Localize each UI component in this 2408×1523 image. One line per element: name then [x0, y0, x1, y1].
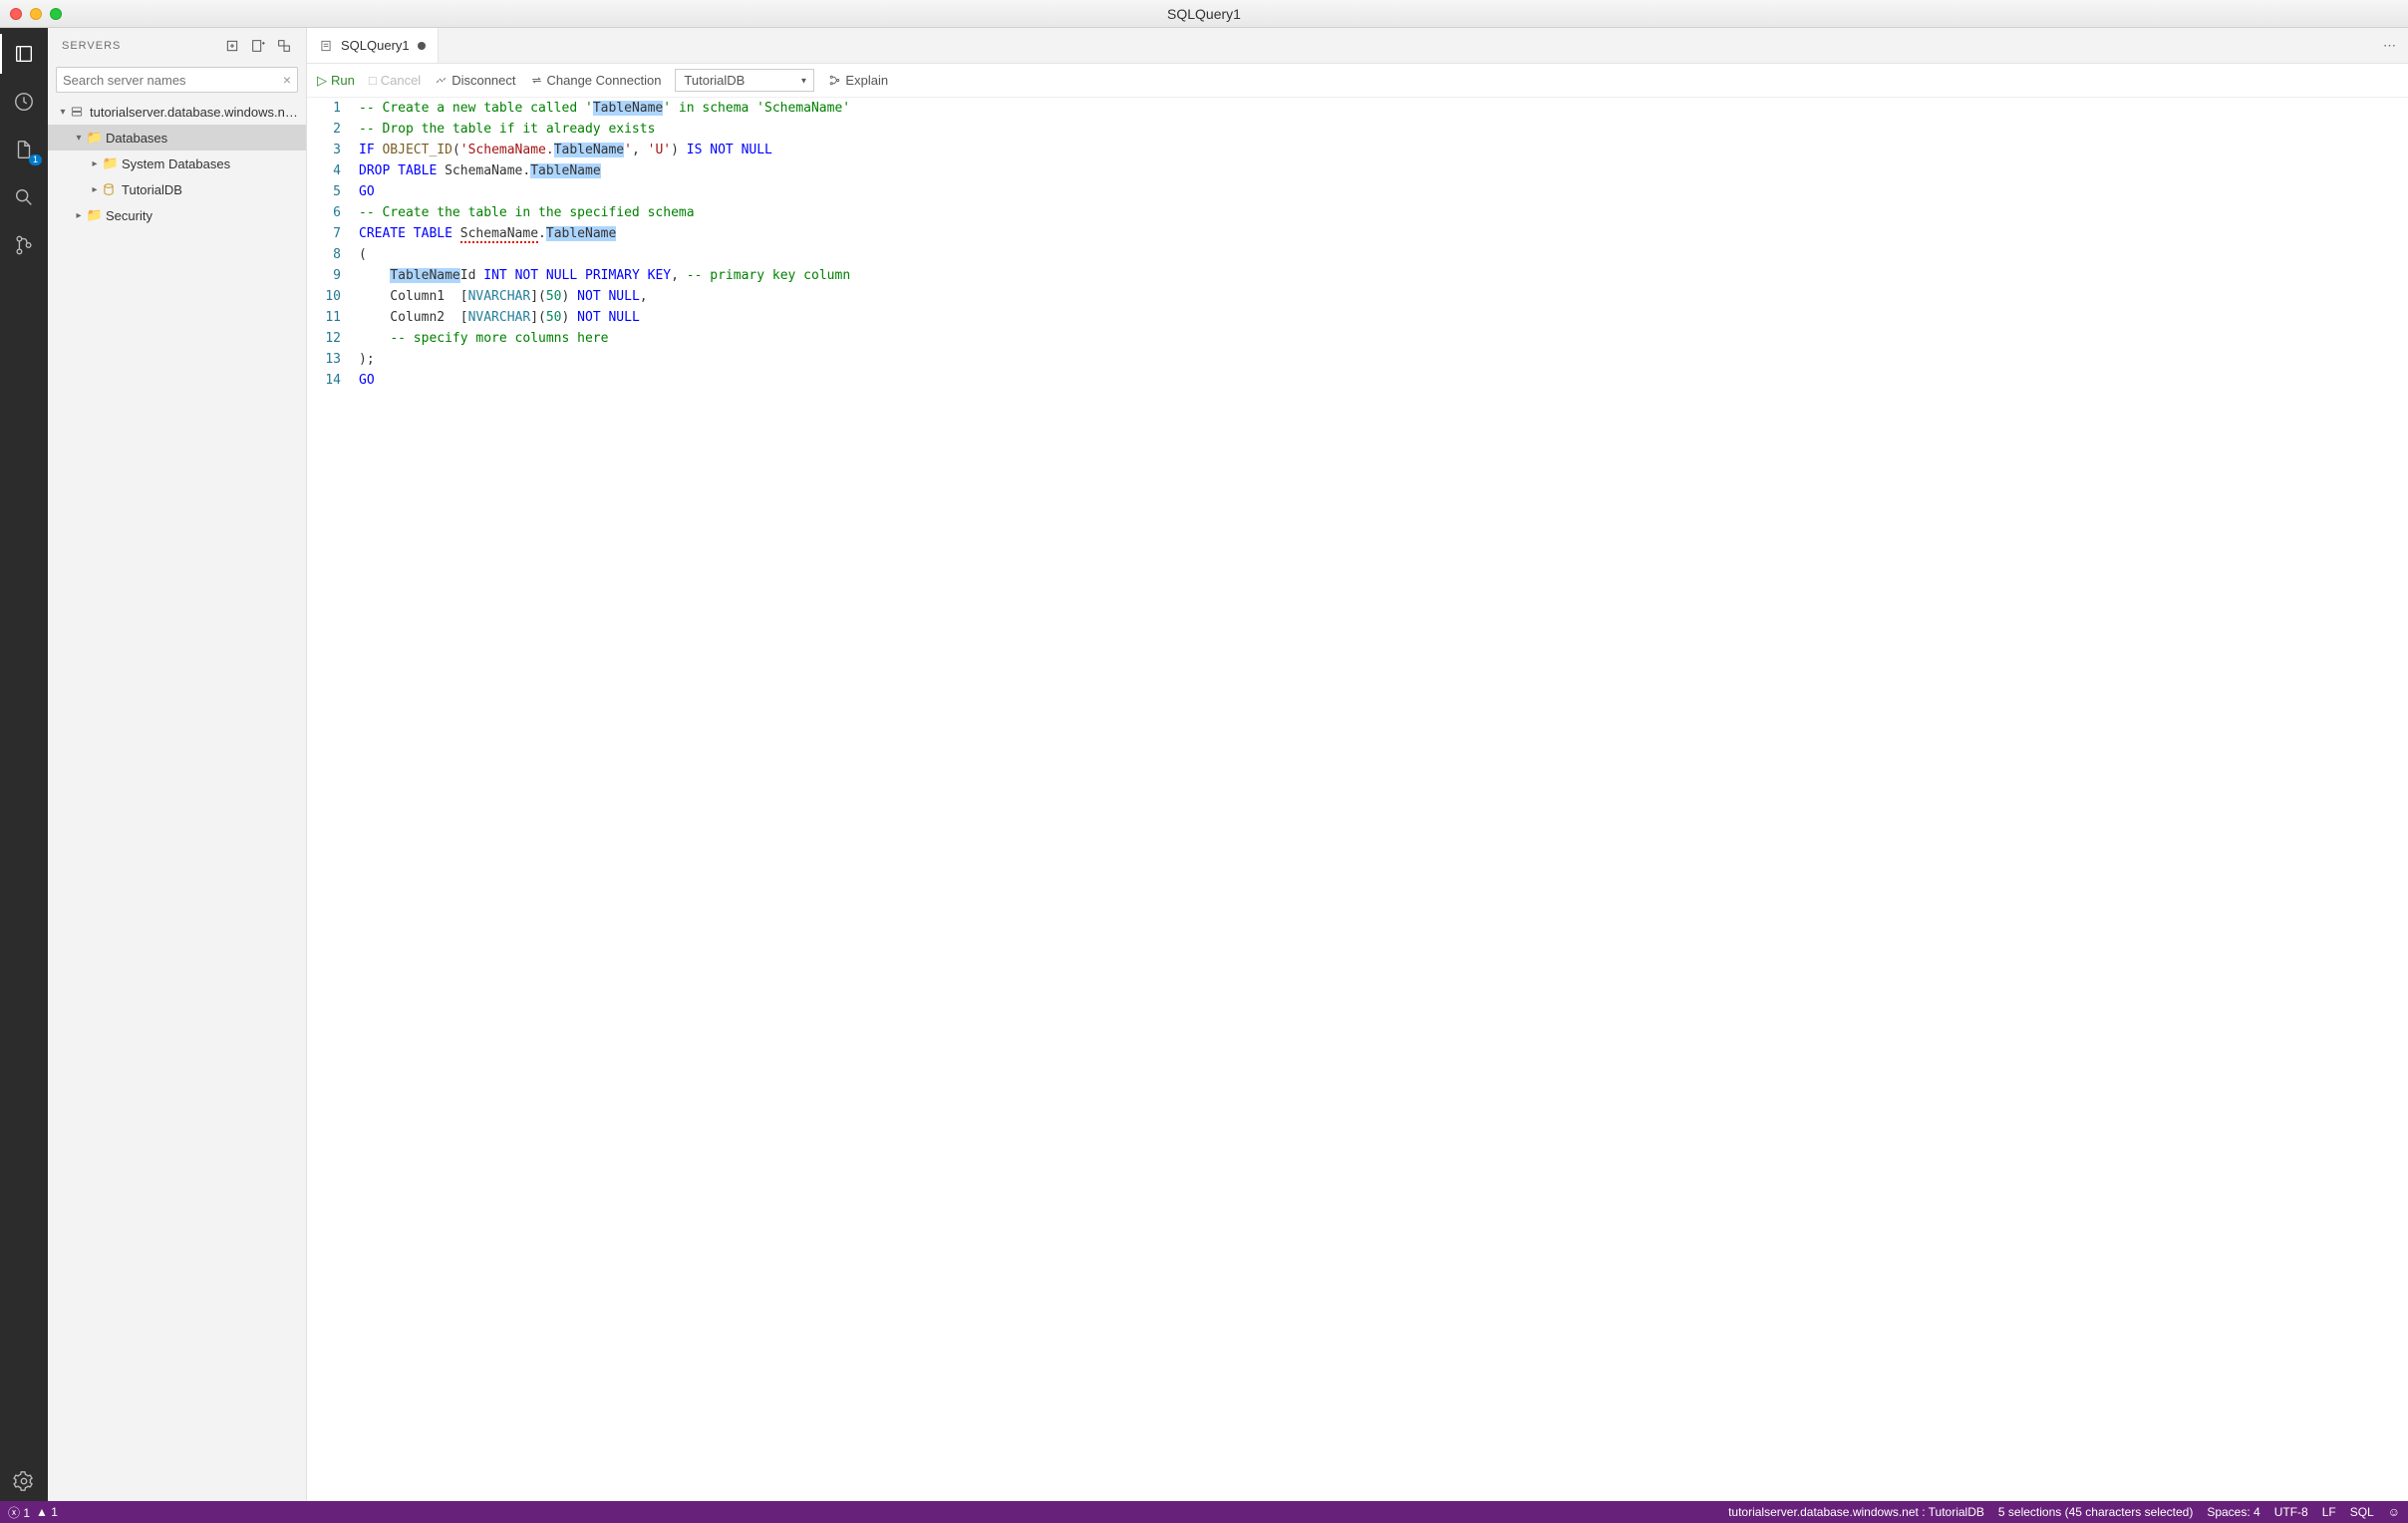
window-title: SQLQuery1: [1167, 6, 1241, 22]
tree-label: Security: [106, 208, 152, 223]
new-connection-icon[interactable]: [224, 38, 240, 54]
chevron-down-icon: ▾: [72, 133, 86, 144]
chevron-right-icon: ▸: [88, 158, 102, 169]
sidebar-header: SERVERS: [48, 28, 306, 63]
new-group-icon[interactable]: [276, 38, 292, 54]
tree-label: TutorialDB: [122, 182, 182, 197]
code-editor[interactable]: 1234567891011121314 -- Create a new tabl…: [307, 98, 2408, 1501]
cancel-button[interactable]: □ Cancel: [369, 73, 421, 88]
source-control-activity-icon[interactable]: [0, 225, 48, 265]
search-input[interactable]: [63, 73, 283, 88]
tree-label: tutorialserver.database.windows.n…: [90, 105, 298, 120]
sidebar-title: SERVERS: [62, 40, 121, 52]
server-icon: [70, 105, 88, 119]
dirty-indicator-icon: [418, 42, 426, 50]
explorer-activity-icon[interactable]: 1: [0, 130, 48, 169]
tasks-activity-icon[interactable]: [0, 82, 48, 122]
tab-bar: SQLQuery1 ⋯: [307, 28, 2408, 64]
tree-security-node[interactable]: ▸ 📁 Security: [48, 202, 306, 228]
change-connection-icon: [530, 74, 543, 87]
status-connection[interactable]: tutorialserver.database.windows.net : Tu…: [1728, 1505, 1984, 1519]
close-window-button[interactable]: [10, 8, 22, 20]
disconnect-button[interactable]: Disconnect: [435, 73, 515, 88]
explain-icon: [828, 74, 841, 87]
file-icon: [319, 39, 333, 53]
tab-label: SQLQuery1: [341, 38, 410, 53]
warning-icon: ▲: [36, 1505, 48, 1519]
change-connection-button[interactable]: Change Connection: [530, 73, 662, 88]
database-icon: [102, 182, 120, 196]
tree-label: System Databases: [122, 156, 230, 171]
tree-sysdb-node[interactable]: ▸ 📁 System Databases: [48, 151, 306, 176]
query-toolbar: ▷ Run □ Cancel Disconnect: [307, 64, 2408, 98]
disconnect-label: Disconnect: [452, 73, 515, 88]
status-bar: ⓧ 1 ▲ 1 tutorialserver.database.windows.…: [0, 1501, 2408, 1523]
new-query-icon[interactable]: [250, 38, 266, 54]
folder-icon: 📁: [86, 130, 104, 146]
status-errors[interactable]: ⓧ 1: [8, 1504, 30, 1521]
explorer-badge: 1: [29, 154, 42, 165]
status-spaces[interactable]: Spaces: 4: [2207, 1505, 2259, 1519]
settings-activity-icon[interactable]: [0, 1461, 48, 1501]
editor-group: SQLQuery1 ⋯ ▷ Run □ Cancel: [307, 28, 2408, 1501]
tab-sqlquery1[interactable]: SQLQuery1: [307, 28, 439, 63]
chevron-down-icon: ▾: [56, 107, 70, 118]
search-activity-icon[interactable]: [0, 177, 48, 217]
database-select-value: TutorialDB: [684, 73, 745, 88]
tree-server-node[interactable]: ▾ tutorialserver.database.windows.n…: [48, 99, 306, 125]
cancel-label: Cancel: [381, 73, 421, 88]
sidebar: SERVERS ×: [48, 28, 307, 1501]
window-controls: [10, 8, 62, 20]
disconnect-icon: [435, 74, 448, 87]
error-icon: ⓧ: [8, 1506, 20, 1520]
explain-label: Explain: [845, 73, 888, 88]
tree-databases-node[interactable]: ▾ 📁 Databases: [48, 125, 306, 151]
status-encoding[interactable]: UTF-8: [2274, 1505, 2308, 1519]
titlebar: SQLQuery1: [0, 0, 2408, 28]
chevron-right-icon: ▸: [88, 184, 102, 195]
clear-search-icon[interactable]: ×: [283, 72, 291, 88]
activity-bar: 1: [0, 28, 48, 1501]
status-selection[interactable]: 5 selections (45 characters selected): [1998, 1505, 2193, 1519]
status-language[interactable]: SQL: [2350, 1505, 2374, 1519]
database-select[interactable]: TutorialDB: [675, 69, 814, 92]
folder-icon: 📁: [102, 155, 120, 171]
status-warnings[interactable]: ▲ 1: [36, 1505, 58, 1519]
servers-activity-icon[interactable]: [0, 34, 48, 74]
search-input-container: ×: [56, 67, 298, 93]
run-label: Run: [331, 73, 355, 88]
chevron-right-icon: ▸: [72, 210, 86, 221]
minimize-window-button[interactable]: [30, 8, 42, 20]
play-icon: ▷: [317, 73, 327, 89]
line-gutter: 1234567891011121314: [307, 98, 355, 1501]
tree-tutorialdb-node[interactable]: ▸ TutorialDB: [48, 176, 306, 202]
server-tree: ▾ tutorialserver.database.windows.n… ▾ 📁…: [48, 97, 306, 230]
folder-icon: 📁: [86, 207, 104, 223]
tree-label: Databases: [106, 131, 167, 146]
code-content[interactable]: -- Create a new table called 'TableName'…: [355, 98, 2408, 1501]
change-connection-label: Change Connection: [547, 73, 662, 88]
feedback-icon[interactable]: ☺: [2388, 1505, 2400, 1519]
maximize-window-button[interactable]: [50, 8, 62, 20]
status-eol[interactable]: LF: [2322, 1505, 2336, 1519]
explain-button[interactable]: Explain: [828, 73, 888, 88]
run-button[interactable]: ▷ Run: [317, 73, 355, 89]
tab-overflow-button[interactable]: ⋯: [2371, 28, 2408, 63]
stop-icon: □: [369, 73, 377, 88]
